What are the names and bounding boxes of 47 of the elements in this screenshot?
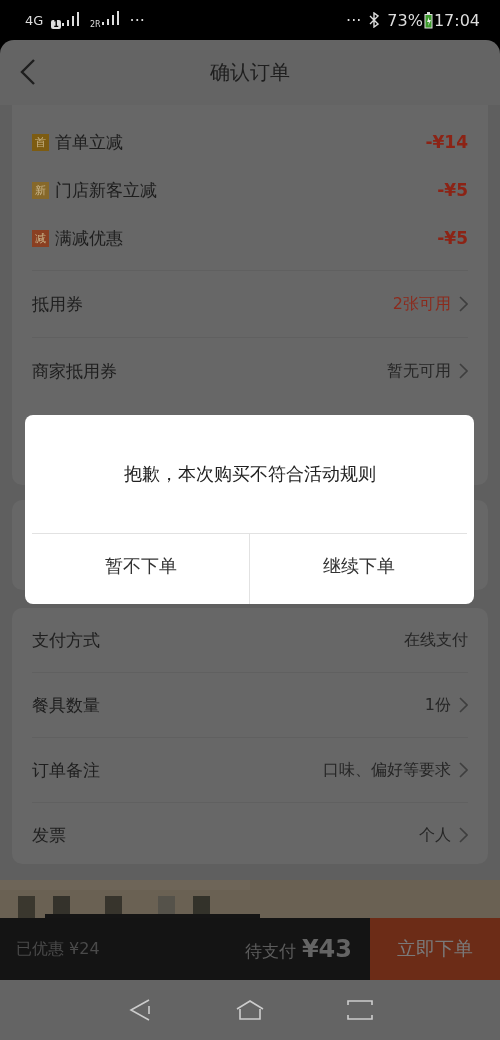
- amount-due: ¥43: [301, 935, 352, 963]
- discount-badge: 新: [32, 181, 49, 199]
- row-label: 订单备注: [32, 758, 100, 782]
- signal-icon: [101, 11, 122, 25]
- clock: 17:04: [433, 10, 480, 30]
- chevron-right-icon: [459, 363, 468, 379]
- row-value: 在线支付: [404, 629, 468, 651]
- battery-icon: [423, 11, 433, 29]
- row-value: 口味、偏好等要求: [323, 759, 451, 781]
- bluetooth-icon: [369, 12, 380, 28]
- sim-badge: 1: [51, 19, 61, 29]
- battery-percent: 73%: [387, 10, 423, 30]
- discount-label: 满减优惠: [55, 226, 123, 250]
- row-label: 抵用券: [32, 292, 83, 316]
- row-label: 餐具数量: [32, 693, 100, 717]
- place-order-button[interactable]: 立即下单: [370, 918, 500, 980]
- option-row[interactable]: 发票 个人: [32, 802, 468, 867]
- discount-amount: -¥5: [437, 228, 468, 248]
- confirm-button[interactable]: 继续下单: [249, 534, 467, 604]
- chevron-right-icon: [459, 296, 468, 312]
- coupon-row[interactable]: 商家抵用券 暂无可用: [32, 337, 468, 404]
- network-label: 4G: [25, 12, 44, 28]
- discount-label: 门店新客立减: [55, 178, 157, 202]
- row-value: 暂无可用: [387, 360, 451, 382]
- row-label: 商家抵用券: [32, 359, 117, 383]
- option-row[interactable]: 订单备注 口味、偏好等要求: [32, 737, 468, 802]
- discount-badge: 减: [32, 229, 49, 247]
- row-label: 发票: [32, 823, 66, 847]
- discount-amount: -¥5: [437, 180, 468, 200]
- amount-due-label: 待支付: [244, 940, 296, 963]
- discount-label: 首单立减: [55, 130, 123, 154]
- discount-badge: 首: [32, 133, 49, 151]
- discount-amount: -¥14: [425, 132, 468, 152]
- row-value: 1份: [424, 694, 451, 716]
- row-value: 个人: [419, 824, 451, 846]
- coupon-row[interactable]: 抵用券 2张可用: [32, 270, 468, 337]
- signal-icon: [61, 11, 82, 26]
- more-indicator: ···: [346, 10, 362, 30]
- cancel-button[interactable]: 暂不下单: [32, 534, 249, 604]
- row-label: 支付方式: [32, 628, 100, 652]
- sim-label: 2R: [89, 20, 101, 29]
- option-row[interactable]: 餐具数量 1份: [32, 672, 468, 737]
- more-indicator: ···: [129, 10, 145, 30]
- row-value: 2张可用: [392, 293, 451, 315]
- dialog-message: 抱歉，本次购买不符合活动规则: [123, 462, 376, 486]
- page-title: 确认订单: [210, 59, 290, 86]
- option-row[interactable]: 支付方式 在线支付: [32, 608, 468, 672]
